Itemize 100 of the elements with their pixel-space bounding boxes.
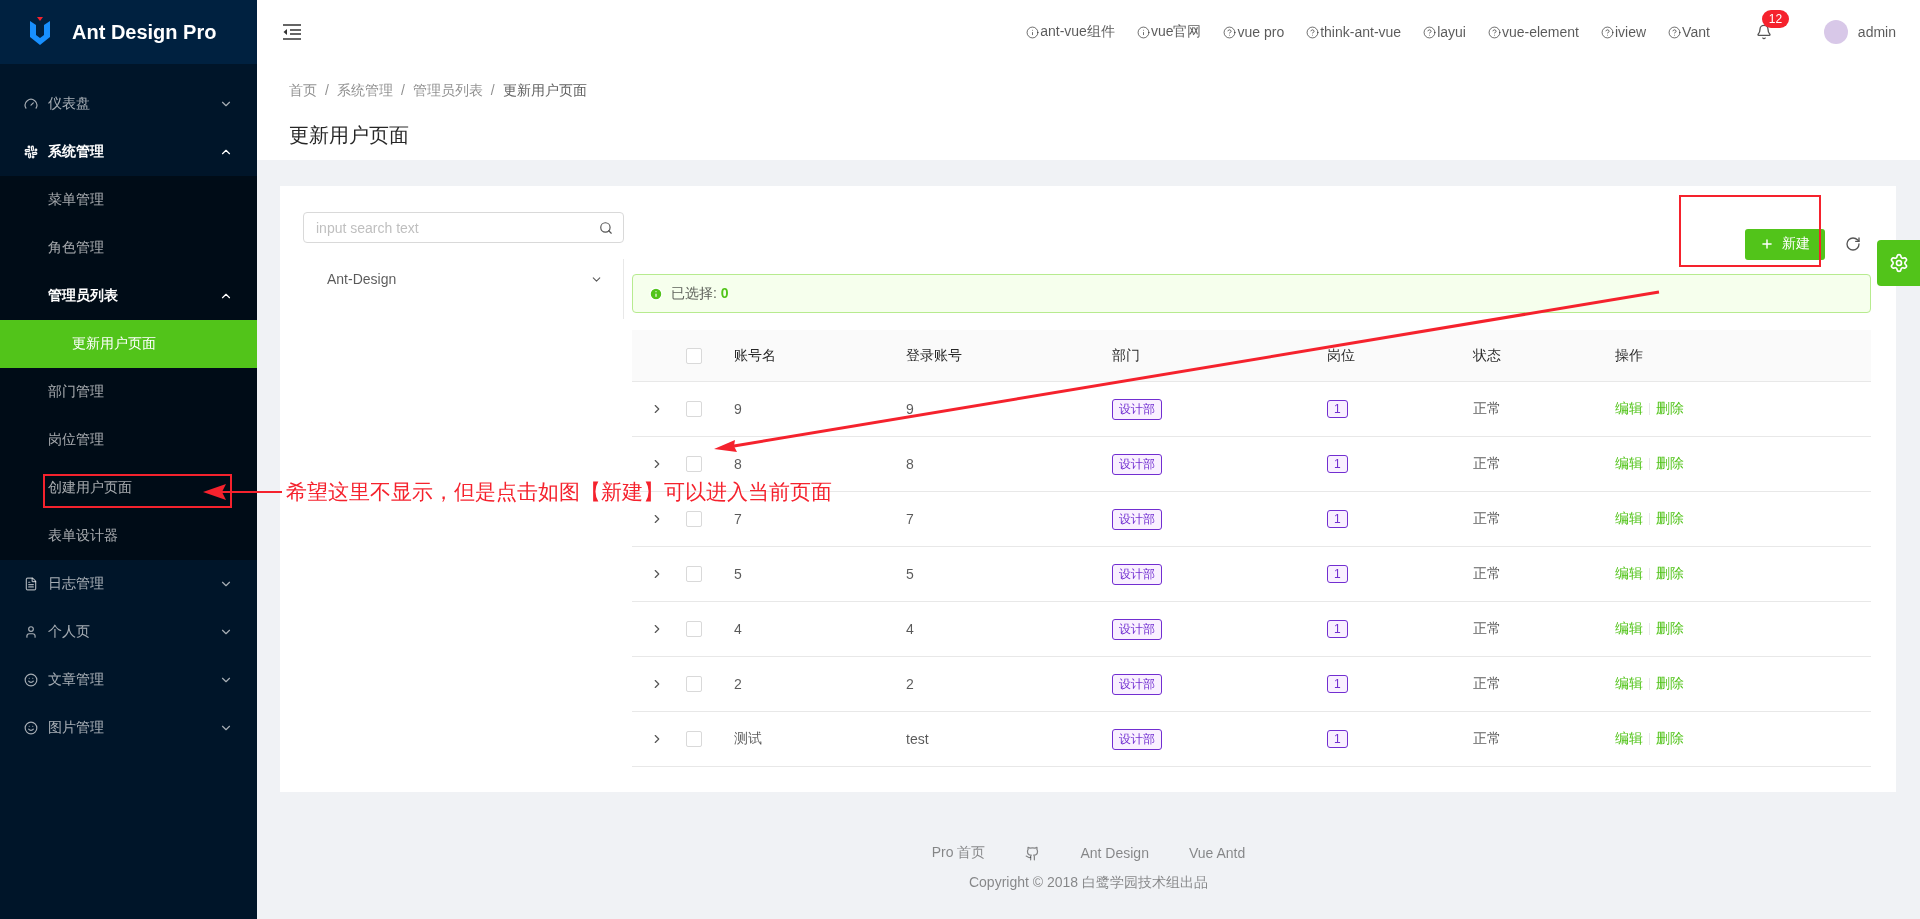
table-cell-text: 正常	[1473, 455, 1502, 473]
menu-item[interactable]: 个人页	[0, 608, 257, 656]
help-icon	[1600, 25, 1614, 39]
info-icon	[1026, 25, 1040, 39]
page-title: 更新用户页面	[289, 123, 410, 148]
checkbox[interactable]	[686, 731, 702, 747]
table-cell-text: 5	[734, 566, 743, 582]
menu-icon	[24, 625, 38, 639]
menu-item[interactable]: 文章管理	[0, 656, 257, 704]
menu-fold-icon[interactable]	[283, 24, 301, 40]
column-header: 账号名	[734, 346, 777, 365]
department-tag: 设计部	[1112, 453, 1162, 475]
table-cell-text: 5	[906, 566, 915, 582]
checkbox[interactable]	[686, 621, 702, 637]
table-cell-text: 4	[734, 621, 743, 637]
user-name[interactable]: admin	[1857, 24, 1896, 40]
department-tag: 设计部	[1112, 728, 1162, 750]
annotation-text: 希望这里不显示，但是点击如图【新建】可以进入当前页面	[286, 479, 832, 505]
copyright-text: Copyright © 2018 白鹭学园技术组出品	[968, 874, 1208, 892]
column-header: 部门	[1112, 346, 1141, 365]
refresh-icon[interactable]	[1845, 236, 1861, 252]
menu-item[interactable]: 角色管理	[0, 224, 257, 272]
department-tag: 设计部	[1112, 398, 1162, 420]
header-link[interactable]: vue官网	[1136, 23, 1202, 41]
help-icon	[1487, 25, 1501, 39]
table-cell-text: 正常	[1473, 565, 1502, 583]
table-cell-text: 7	[906, 511, 915, 527]
logo-icon	[28, 17, 52, 47]
table-cell-text: 8	[734, 456, 743, 472]
app-logo-text: Ant Design Pro	[72, 20, 217, 44]
menu-item[interactable]: 图片管理	[0, 704, 257, 752]
table-cell-text: 正常	[1473, 510, 1502, 528]
column-header: 状态	[1473, 346, 1502, 365]
github-icon[interactable]	[1025, 845, 1041, 861]
help-icon	[1306, 25, 1320, 39]
header-link[interactable]: layui	[1423, 24, 1466, 40]
plus-icon	[1760, 237, 1774, 251]
column-header: 操作	[1615, 346, 1644, 365]
selection-count: 已选择: 0	[671, 284, 729, 303]
menu-icon	[24, 577, 38, 591]
header-link[interactable]: ant-vue组件	[1026, 23, 1115, 41]
table-cell-text: 测试	[734, 730, 763, 748]
tree-node[interactable]: Ant-Design	[303, 259, 623, 299]
menu-item[interactable]: 表单设计器	[0, 512, 257, 560]
checkbox[interactable]	[686, 401, 702, 417]
header-link[interactable]: think-ant-vue	[1306, 24, 1402, 40]
search-field[interactable]: input search text	[303, 212, 624, 243]
department-tag: 设计部	[1112, 508, 1162, 530]
table-cell-text: 4	[906, 621, 915, 637]
menu-icon	[24, 721, 38, 735]
header-link[interactable]: Vant	[1668, 24, 1710, 40]
table-cell-text: 正常	[1473, 620, 1502, 638]
menu-icon	[24, 97, 38, 111]
menu-item[interactable]: 日志管理	[0, 560, 257, 608]
help-icon	[1223, 25, 1237, 39]
header-link[interactable]: iview	[1600, 24, 1647, 40]
notification-count: 12	[1761, 10, 1790, 28]
search-icon[interactable]	[599, 220, 613, 235]
table-cell-text: 正常	[1473, 730, 1502, 748]
info-icon	[649, 286, 663, 301]
checkbox[interactable]	[686, 347, 702, 364]
checkbox[interactable]	[686, 566, 702, 582]
info-icon	[1136, 25, 1150, 39]
position-tag: 1	[1327, 565, 1348, 583]
table-cell-text: 9	[906, 401, 915, 417]
menu-item[interactable]: 菜单管理	[0, 176, 257, 224]
checkbox[interactable]	[686, 456, 702, 472]
help-icon	[1423, 25, 1437, 39]
settings-icon	[1888, 253, 1909, 273]
menu-item[interactable]: 仪表盘	[0, 80, 257, 128]
position-tag: 1	[1327, 675, 1348, 693]
checkbox[interactable]	[686, 676, 702, 692]
breadcrumb-separator: /	[325, 82, 329, 100]
breadcrumb-separator: /	[400, 82, 405, 100]
menu-item[interactable]: 岗位管理	[0, 416, 257, 464]
header-link[interactable]: vue-element	[1487, 24, 1579, 40]
department-tag: 设计部	[1112, 673, 1162, 695]
position-tag: 1	[1327, 620, 1348, 638]
breadcrumb-item: 更新用户页面	[502, 82, 587, 100]
header-link[interactable]: vue pro	[1223, 24, 1285, 40]
table-cell-text: 2	[906, 676, 915, 692]
position-tag: 1	[1327, 510, 1348, 528]
menu-icon	[24, 673, 38, 687]
department-tag: 设计部	[1112, 563, 1162, 585]
position-tag: 1	[1327, 400, 1348, 418]
menu-item[interactable]: 创建用户页面	[0, 464, 257, 512]
table-cell-text: 正常	[1473, 675, 1502, 693]
help-icon	[1668, 25, 1682, 39]
table-cell-text: 正常	[1473, 400, 1502, 418]
table-cell-text: 2	[734, 676, 743, 692]
notification-icon[interactable]	[1755, 24, 1772, 40]
table-cell-text: 8	[906, 456, 915, 472]
menu-item[interactable]: 管理员列表	[0, 272, 257, 320]
table-cell-text: 7	[734, 511, 743, 527]
department-tag: 设计部	[1112, 618, 1162, 640]
breadcrumb-separator: /	[490, 82, 495, 100]
checkbox[interactable]	[686, 511, 702, 527]
menu-item[interactable]: 系统管理	[0, 128, 257, 176]
menu-item[interactable]: 部门管理	[0, 368, 257, 416]
position-tag: 1	[1327, 455, 1348, 473]
